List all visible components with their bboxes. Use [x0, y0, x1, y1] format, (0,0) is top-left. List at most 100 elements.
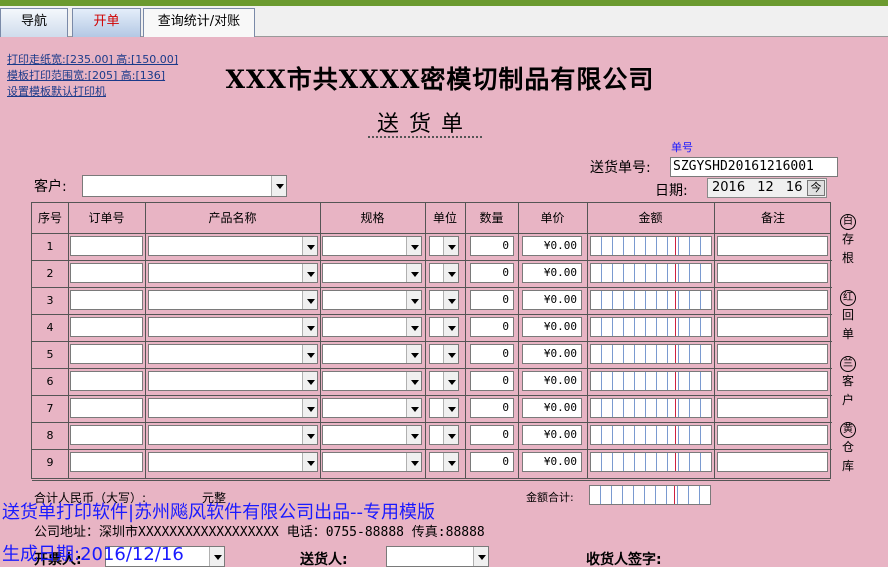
tab-query-stats[interactable]: 查询统计/对账: [143, 8, 255, 37]
quantity-input[interactable]: 0: [470, 398, 514, 418]
unit-select[interactable]: [429, 236, 459, 256]
order-no-input[interactable]: [70, 263, 143, 283]
chevron-down-icon[interactable]: [406, 291, 421, 309]
unit-select[interactable]: [429, 452, 459, 472]
spec-select[interactable]: [322, 236, 422, 256]
order-no-input[interactable]: [70, 398, 143, 418]
chevron-down-icon[interactable]: [302, 372, 317, 390]
chevron-down-icon[interactable]: [443, 345, 458, 363]
order-no-input[interactable]: [70, 317, 143, 337]
unit-select[interactable]: [429, 398, 459, 418]
product-select[interactable]: [148, 236, 318, 256]
chevron-down-icon[interactable]: [443, 237, 458, 255]
remark-input[interactable]: [717, 371, 828, 391]
chevron-down-icon[interactable]: [443, 426, 458, 444]
remark-input[interactable]: [717, 452, 828, 472]
chevron-down-icon[interactable]: [271, 176, 286, 196]
price-input[interactable]: ¥0.00: [522, 344, 582, 364]
chevron-down-icon[interactable]: [443, 372, 458, 390]
unit-select[interactable]: [429, 425, 459, 445]
chevron-down-icon[interactable]: [406, 318, 421, 336]
amount-field[interactable]: [590, 290, 712, 310]
amount-field[interactable]: [590, 425, 712, 445]
quantity-input[interactable]: 0: [470, 317, 514, 337]
amount-field[interactable]: [590, 263, 712, 283]
spec-select[interactable]: [322, 425, 422, 445]
chevron-down-icon[interactable]: [406, 453, 421, 471]
price-input[interactable]: ¥0.00: [522, 263, 582, 283]
chevron-down-icon[interactable]: [302, 345, 317, 363]
amount-total-field[interactable]: [589, 485, 711, 505]
amount-field[interactable]: [590, 236, 712, 256]
spec-select[interactable]: [322, 263, 422, 283]
quantity-input[interactable]: 0: [470, 236, 514, 256]
amount-field[interactable]: [590, 371, 712, 391]
chevron-down-icon[interactable]: [406, 264, 421, 282]
order-no-input[interactable]: [70, 452, 143, 472]
date-day[interactable]: 16: [786, 180, 803, 195]
quantity-input[interactable]: 0: [470, 371, 514, 391]
chevron-down-icon[interactable]: [473, 547, 488, 566]
unit-select[interactable]: [429, 344, 459, 364]
deliverer-select[interactable]: [386, 546, 489, 567]
product-select[interactable]: [148, 344, 318, 364]
chevron-down-icon[interactable]: [443, 318, 458, 336]
product-select[interactable]: [148, 290, 318, 310]
tab-navigation[interactable]: 导航: [0, 8, 68, 37]
order-no-input[interactable]: [70, 236, 143, 256]
spec-select[interactable]: [322, 290, 422, 310]
customer-select[interactable]: [82, 175, 287, 197]
spec-select[interactable]: [322, 317, 422, 337]
quantity-input[interactable]: 0: [470, 290, 514, 310]
amount-field[interactable]: [590, 344, 712, 364]
chevron-down-icon[interactable]: [406, 426, 421, 444]
default-printer-link[interactable]: 设置模板默认打印机: [7, 83, 106, 99]
price-input[interactable]: ¥0.00: [522, 398, 582, 418]
tab-new-order[interactable]: 开单: [72, 8, 141, 37]
price-input[interactable]: ¥0.00: [522, 236, 582, 256]
chevron-down-icon[interactable]: [302, 426, 317, 444]
unit-select[interactable]: [429, 263, 459, 283]
remark-input[interactable]: [717, 317, 828, 337]
chevron-down-icon[interactable]: [302, 237, 317, 255]
amount-field[interactable]: [590, 398, 712, 418]
unit-select[interactable]: [429, 290, 459, 310]
price-input[interactable]: ¥0.00: [522, 317, 582, 337]
date-month[interactable]: 12: [757, 180, 774, 195]
price-input[interactable]: ¥0.00: [522, 371, 582, 391]
chevron-down-icon[interactable]: [406, 237, 421, 255]
product-select[interactable]: [148, 452, 318, 472]
order-no-input[interactable]: [70, 344, 143, 364]
chevron-down-icon[interactable]: [443, 291, 458, 309]
unit-select[interactable]: [429, 317, 459, 337]
spec-select[interactable]: [322, 398, 422, 418]
product-select[interactable]: [148, 317, 318, 337]
price-input[interactable]: ¥0.00: [522, 425, 582, 445]
chevron-down-icon[interactable]: [302, 318, 317, 336]
date-picker[interactable]: 2016 12 16 今: [707, 178, 827, 198]
chevron-down-icon[interactable]: [406, 399, 421, 417]
chevron-down-icon[interactable]: [302, 264, 317, 282]
order-no-input[interactable]: [70, 290, 143, 310]
chevron-down-icon[interactable]: [209, 547, 224, 566]
template-range-link[interactable]: 模板打印范围宽:[205] 高:[136]: [7, 67, 165, 83]
chevron-down-icon[interactable]: [443, 453, 458, 471]
unit-select[interactable]: [429, 371, 459, 391]
product-select[interactable]: [148, 425, 318, 445]
spec-select[interactable]: [322, 452, 422, 472]
spec-select[interactable]: [322, 371, 422, 391]
quantity-input[interactable]: 0: [470, 452, 514, 472]
quantity-input[interactable]: 0: [470, 425, 514, 445]
remark-input[interactable]: [717, 425, 828, 445]
quantity-input[interactable]: 0: [470, 344, 514, 364]
order-no-input[interactable]: [70, 425, 143, 445]
amount-field[interactable]: [590, 317, 712, 337]
remark-input[interactable]: [717, 290, 828, 310]
price-input[interactable]: ¥0.00: [522, 290, 582, 310]
product-select[interactable]: [148, 263, 318, 283]
order-no-field[interactable]: SZGYSHD20161216001: [670, 157, 838, 177]
remark-input[interactable]: [717, 344, 828, 364]
product-select[interactable]: [148, 371, 318, 391]
order-no-input[interactable]: [70, 371, 143, 391]
remark-input[interactable]: [717, 236, 828, 256]
